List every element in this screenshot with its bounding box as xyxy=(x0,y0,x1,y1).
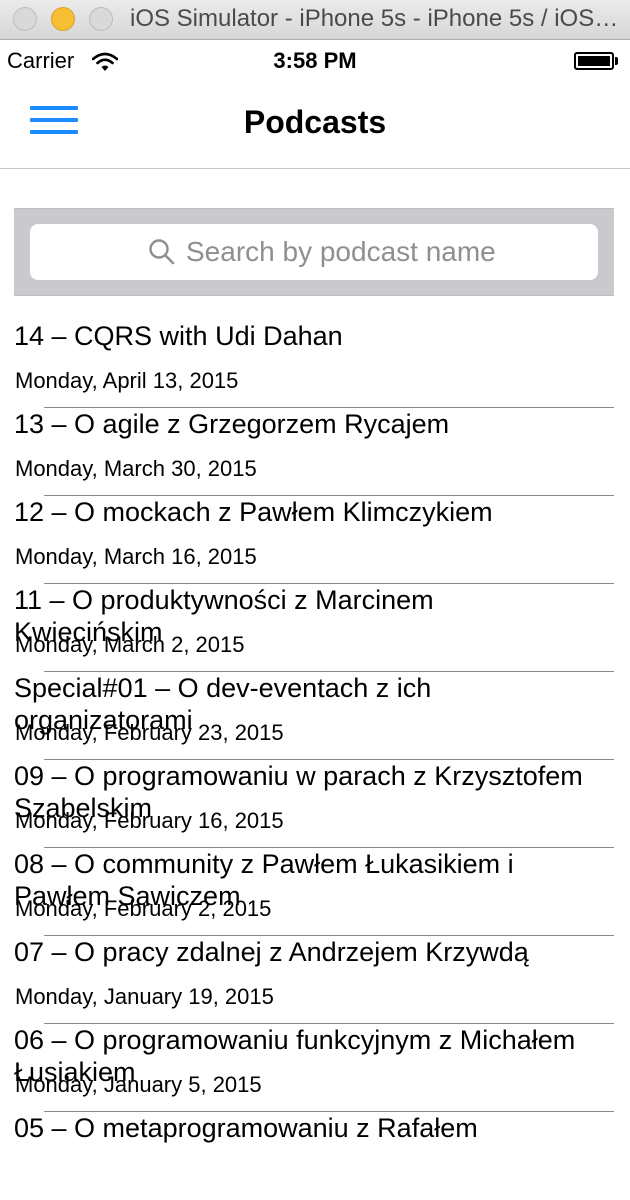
search-field[interactable] xyxy=(30,224,598,280)
podcast-row[interactable]: 14 – CQRS with Udi Dahan Monday, April 1… xyxy=(0,320,630,408)
podcast-title: 05 – O metaprogramowaniu z Rafałem xyxy=(14,1113,478,1143)
podcast-date: Monday, April 13, 2015 xyxy=(15,368,239,393)
podcast-title: 07 – O pracy zdalnej z Andrzejem Krzywdą xyxy=(14,937,529,967)
podcast-date: Monday, March 2, 2015 xyxy=(15,632,245,657)
search-input[interactable] xyxy=(186,224,586,280)
podcast-row[interactable]: 07 – O pracy zdalnej z Andrzejem Krzywdą… xyxy=(0,936,630,1024)
podcast-date: Monday, March 30, 2015 xyxy=(15,456,257,481)
podcast-date: Monday, March 16, 2015 xyxy=(15,544,257,569)
podcast-row[interactable]: 08 – O community z Pawłem Łukasikiem i P… xyxy=(0,848,630,936)
podcast-row[interactable]: 06 – O programowaniu funkcyjnym z Michał… xyxy=(0,1024,630,1112)
window-close-button[interactable] xyxy=(13,7,37,31)
page-title: Podcasts xyxy=(243,104,387,140)
podcast-title: 14 – CQRS with Udi Dahan xyxy=(14,321,343,351)
navigation-bar: Podcasts xyxy=(0,82,630,169)
search-bar xyxy=(14,208,614,296)
status-bar: Carrier 3:58 PM xyxy=(0,40,630,82)
podcast-title: 12 – O mockach z Pawłem Klimczykiem xyxy=(14,497,493,527)
window-title-bar: iOS Simulator - iPhone 5s - iPhone 5s / … xyxy=(0,0,630,40)
window-zoom-button[interactable] xyxy=(89,7,113,31)
podcast-date: Monday, February 2, 2015 xyxy=(15,896,272,921)
podcast-title: 13 – O agile z Grzegorzem Rycajem xyxy=(14,409,450,439)
podcast-row[interactable]: 05 – O metaprogramowaniu z Rafałem xyxy=(0,1112,630,1200)
podcast-row[interactable]: 11 – O produktywności z Marcinem Kwieciń… xyxy=(0,584,630,672)
battery-icon xyxy=(574,52,618,70)
podcast-row[interactable]: Special#01 – O dev-eventach z ich organi… xyxy=(0,672,630,760)
podcast-row[interactable]: 13 – O agile z Grzegorzem Rycajem Monday… xyxy=(0,408,630,496)
podcast-date: Monday, February 16, 2015 xyxy=(15,808,284,833)
search-icon xyxy=(149,239,175,265)
podcast-date: Monday, January 19, 2015 xyxy=(15,984,274,1009)
window-title: iOS Simulator - iPhone 5s - iPhone 5s / … xyxy=(130,5,620,32)
podcast-row[interactable]: 12 – O mockach z Pawłem Klimczykiem Mond… xyxy=(0,496,630,584)
podcast-date: Monday, January 5, 2015 xyxy=(15,1072,262,1097)
status-time: 3:58 PM xyxy=(273,48,357,73)
podcast-row[interactable]: 09 – O programowaniu w parach z Krzyszto… xyxy=(0,760,630,848)
window-minimize-button[interactable] xyxy=(51,7,75,31)
podcast-date: Monday, February 23, 2015 xyxy=(15,720,284,745)
